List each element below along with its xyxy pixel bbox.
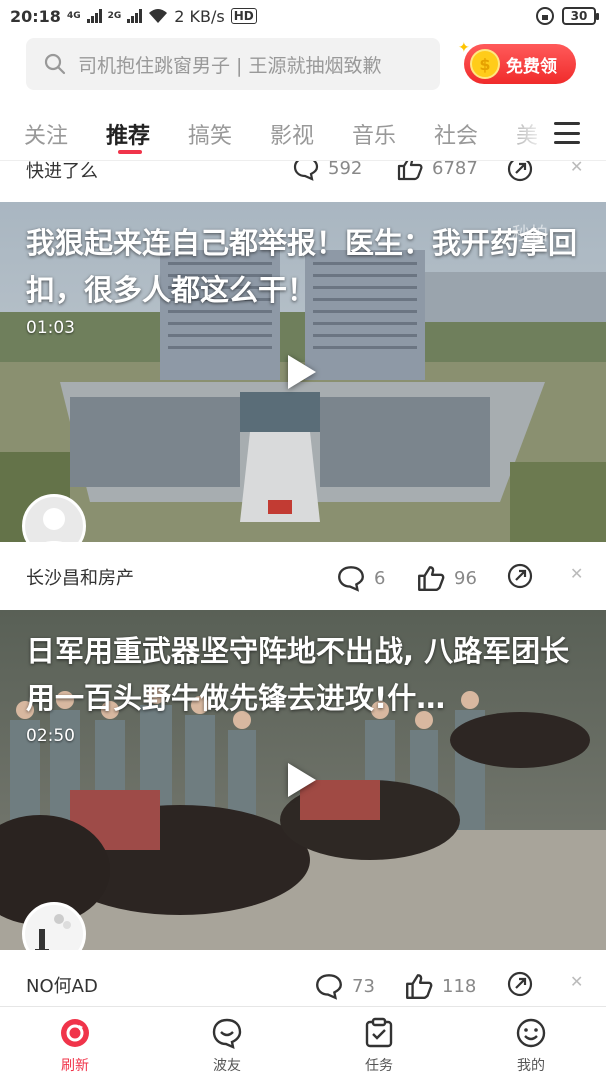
rotation-lock-icon (536, 7, 554, 25)
free-coin-button[interactable]: $ 免费领 (464, 44, 576, 84)
coin-icon: $ (470, 49, 500, 79)
video-title[interactable]: 日军用重武器坚守阵地不出战, 八路军团长用一百头野牛做先锋去进攻!什… (26, 628, 586, 722)
thumbs-up-icon (397, 161, 423, 181)
comment-stat[interactable]: 592 (292, 160, 363, 181)
net-2g-label: 2G (107, 11, 122, 21)
tab-music[interactable]: 音乐 (352, 118, 396, 150)
like-stat[interactable]: 6787 (396, 160, 478, 181)
tab-recommend[interactable]: 推荐 (106, 118, 150, 150)
share-icon[interactable] (506, 970, 534, 998)
bottom-nav: 刷新 波友 任务 我的 (0, 1006, 606, 1078)
video-duration: 02:50 (26, 726, 75, 746)
search-row: 司机抱住跳窗男子 | 王源就抽烟致歉 ✦ ✦ $ 免费领 (0, 34, 606, 96)
search-icon (44, 53, 66, 75)
tab-movies[interactable]: 影视 (270, 118, 314, 150)
network-speed: 2 KB/s (174, 6, 225, 26)
like-count: 96 (454, 567, 477, 589)
like-stat[interactable]: 118 (404, 972, 476, 1000)
signal-icon-2 (127, 9, 143, 23)
share-icon[interactable] (506, 160, 534, 183)
comment-count: 73 (352, 975, 375, 997)
tab-funny[interactable]: 搞笑 (188, 118, 232, 150)
comment-icon (338, 566, 364, 592)
nav-friends[interactable]: 波友 (172, 1007, 282, 1078)
wifi-icon (149, 9, 168, 23)
video-duration: 01:03 (26, 318, 75, 338)
video-title[interactable]: 我狠起来连自己都举报！医生：我开药拿回扣，很多人都这么干！ (26, 220, 586, 314)
comment-stat[interactable]: 73 (314, 972, 375, 1000)
nav-profile[interactable]: 我的 (476, 1007, 586, 1078)
default-avatar-icon (43, 508, 65, 542)
dismiss-icon[interactable]: ✕ (570, 564, 583, 583)
menu-icon[interactable] (554, 122, 580, 144)
category-tabs: 关注 推荐 搞笑 影视 音乐 社会 美 (0, 104, 606, 162)
video-meta-1: 长沙昌和房产 6 96 ✕ (0, 546, 606, 606)
video-card-2[interactable]: 日军用重武器坚守阵地不出战, 八路军团长用一百头野牛做先锋去进攻!什… 02:5… (0, 610, 606, 950)
net-4g-label: 4G (66, 11, 81, 21)
dismiss-icon[interactable]: ✕ (570, 972, 583, 991)
thumbs-up-icon (418, 566, 445, 591)
previous-item-meta: 快进了么 592 6787 ✕ (0, 160, 606, 194)
search-placeholder: 司机抱住跳窗男子 | 王源就抽烟致歉 (78, 54, 382, 77)
tab-society[interactable]: 社会 (434, 118, 478, 150)
smile-chat-icon (212, 1018, 242, 1049)
video-card-1[interactable]: 我狠起来连自己都举报！医生：我开药拿回扣，很多人都这么干！ 秒拍 01:03 (0, 202, 606, 542)
like-count: 118 (442, 975, 477, 997)
nav-refresh-label: 刷新 (61, 1058, 89, 1074)
nav-tasks-label: 任务 (365, 1058, 393, 1074)
search-box[interactable]: 司机抱住跳窗男子 | 王源就抽烟致歉 (26, 38, 440, 90)
hd-badge: HD (230, 8, 257, 24)
nav-friends-label: 波友 (213, 1058, 241, 1074)
nav-profile-label: 我的 (517, 1058, 545, 1074)
free-coin-label: 免费领 (506, 56, 557, 77)
author-name[interactable]: 长沙昌和房产 (26, 564, 134, 590)
like-count: 6787 (432, 160, 478, 179)
dismiss-icon[interactable]: ✕ (570, 161, 583, 176)
tab-follow[interactable]: 关注 (24, 118, 68, 150)
tabs-fade (500, 104, 548, 162)
play-icon[interactable] (288, 763, 316, 797)
comment-count: 6 (374, 567, 386, 589)
battery-icon: 30 (562, 7, 599, 25)
nav-refresh[interactable]: 刷新 (20, 1007, 130, 1078)
task-icon (365, 1017, 393, 1048)
comment-icon (316, 974, 342, 1000)
author-name[interactable]: 快进了么 (26, 161, 98, 183)
comment-icon (293, 161, 319, 181)
author-name[interactable]: NO何AD (26, 972, 98, 998)
play-icon[interactable] (288, 355, 316, 389)
like-stat[interactable]: 96 (416, 564, 477, 592)
thumbs-up-icon (406, 974, 433, 999)
active-tab-indicator (118, 150, 142, 154)
battery-level: 30 (570, 9, 588, 23)
watermark: 秒拍 (512, 224, 548, 245)
status-time: 20:18 (10, 6, 61, 26)
comment-count: 592 (328, 160, 363, 179)
profile-smile-icon (516, 1018, 546, 1048)
comment-stat[interactable]: 6 (336, 564, 385, 592)
nav-tasks[interactable]: 任务 (324, 1007, 434, 1078)
share-icon[interactable] (506, 562, 534, 590)
signal-icon (86, 9, 102, 23)
refresh-icon (61, 1019, 89, 1047)
user-avatar-image (25, 905, 83, 950)
video-meta-2: NO何AD 73 118 ✕ (0, 954, 606, 1014)
status-bar: 20:18 4G 2G 2 KB/s HD 30 (0, 0, 606, 32)
